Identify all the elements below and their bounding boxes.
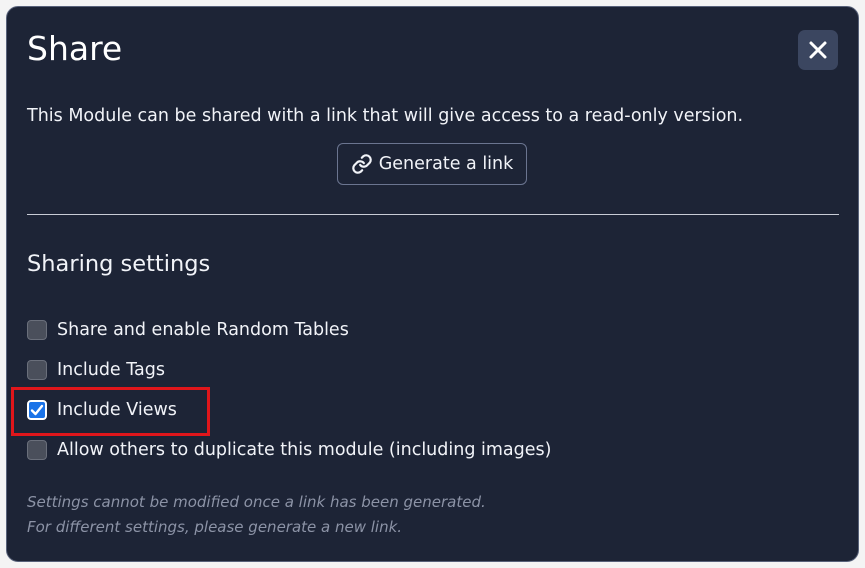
- generate-link-label: Generate a link: [378, 154, 514, 174]
- share-dialog: Share This Module can be shared with a l…: [6, 6, 859, 562]
- option-label: Include Views: [57, 400, 177, 420]
- close-button[interactable]: [798, 30, 838, 70]
- random-tables-checkbox[interactable]: [27, 320, 47, 340]
- option-include-views[interactable]: Include Views: [27, 398, 177, 422]
- sharing-settings-heading: Sharing settings: [27, 251, 211, 277]
- option-allow-duplicate[interactable]: Allow others to duplicate this module (i…: [27, 438, 551, 462]
- dialog-title: Share: [27, 29, 123, 68]
- include-views-checkbox[interactable]: [27, 400, 47, 420]
- settings-note-line-1: Settings cannot be modified once a link …: [27, 493, 486, 511]
- allow-duplicate-checkbox[interactable]: [27, 440, 47, 460]
- option-label: Share and enable Random Tables: [57, 320, 349, 340]
- settings-note-line-2: For different settings, please generate …: [27, 518, 403, 536]
- option-label: Include Tags: [57, 360, 166, 380]
- option-include-tags[interactable]: Include Tags: [27, 358, 165, 382]
- include-tags-checkbox[interactable]: [27, 360, 47, 380]
- divider: [27, 214, 839, 215]
- share-description: This Module can be shared with a link th…: [27, 106, 744, 126]
- option-label: Allow others to duplicate this module (i…: [57, 440, 552, 460]
- option-random-tables[interactable]: Share and enable Random Tables: [27, 318, 349, 342]
- generate-link-button[interactable]: Generate a link: [337, 143, 527, 185]
- checkmark-icon: [30, 404, 44, 416]
- close-icon: [809, 41, 827, 59]
- link-icon: [351, 154, 372, 174]
